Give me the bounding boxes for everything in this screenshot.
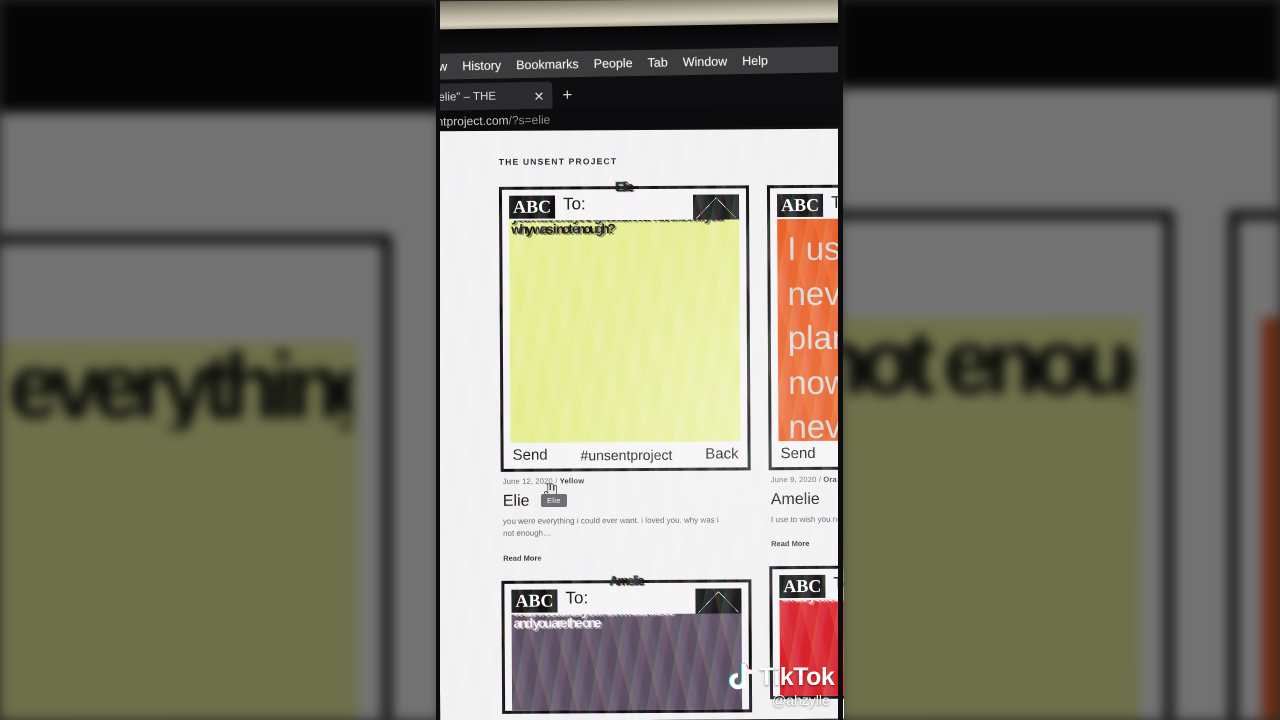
tiktok-handle: @ahzylle <box>772 692 830 708</box>
send-button[interactable]: Send <box>513 447 548 464</box>
card-header: ABC To: Elie <box>508 179 740 222</box>
abc-logo: ABC <box>776 193 824 218</box>
read-more-link[interactable]: Read More <box>503 552 751 562</box>
abc-logo: ABC <box>511 589 558 613</box>
card-header: ABC To: <box>776 193 844 218</box>
card-message-large: I us nev plar now nev <box>787 229 845 442</box>
plus-icon[interactable]: + <box>562 85 572 104</box>
card-color-swatch: I us nev plar now nev <box>777 217 845 442</box>
message-body: I use to wish you never… <box>770 514 844 525</box>
abc-logo: ABC <box>508 195 556 219</box>
menu-item-history[interactable]: History <box>462 59 501 74</box>
monitor-bezel-right <box>838 0 843 720</box>
message-body: you were everything i could ever want. i… <box>502 515 719 539</box>
card-message-scrawl-bottom: why was i not enough? <box>511 221 614 237</box>
card-actions: Send <box>778 440 844 467</box>
site-logo[interactable]: THE UNSENT PROJECT <box>499 156 617 167</box>
menu-item-bookmarks[interactable]: Bookmarks <box>516 57 579 72</box>
browser-tab-title: elie" – THE <box>438 90 497 104</box>
menu-item-help[interactable]: Help <box>742 54 768 68</box>
read-more-link[interactable]: Read More <box>771 538 844 548</box>
page-viewport: THE UNSENT PROJECT ABC To: Elie you were <box>436 128 845 720</box>
card-meta: June 12, 2020 / Yellow <box>502 476 585 486</box>
tiktok-watermark: TikTok <box>726 662 835 692</box>
card-recipient: Elie <box>615 179 633 195</box>
close-icon[interactable]: ✕ <box>533 88 544 103</box>
browser-tab[interactable]: elie" – THE ✕ <box>435 81 553 112</box>
card-message-scrawl-top: i miss you so much it hurts <box>781 599 844 604</box>
card-actions: Send #unsentproject Back <box>511 441 741 468</box>
bg-scrawl: you were everything i could ever want i … <box>0 347 352 430</box>
url-path: /?s=elie <box>508 112 551 128</box>
card-tone: Ora <box>823 474 837 484</box>
back-button[interactable]: Back <box>705 445 738 462</box>
url-host: ntproject.com <box>436 113 509 129</box>
card-tone: Yellow <box>559 476 585 486</box>
tiktok-note-icon <box>728 663 752 690</box>
grid-column-left: ABC To: Elie you were everything i could… <box>498 179 753 717</box>
cursor-tooltip: Elie <box>541 494 567 507</box>
menu-item-tab[interactable]: Tab <box>647 55 667 69</box>
card-color-swatch: i wish i could tell you how much i love … <box>511 613 743 711</box>
card-header: ABC To <box>779 574 844 599</box>
card-recipient: Amelie <box>609 572 644 588</box>
abc-logo: ABC <box>779 575 826 599</box>
unsent-card[interactable]: ABC To: Elie you were everything i could… <box>498 179 751 472</box>
unsent-card[interactable]: ABC To: Amelie i wish i could tell you h… <box>501 573 753 714</box>
unsent-card-grid: ABC To: Elie you were everything i could… <box>437 179 845 714</box>
send-button[interactable]: Send <box>781 445 816 462</box>
card-date: June 9, 2020 <box>770 474 817 485</box>
card-meta: June 9, 2020 / Ora <box>770 474 837 485</box>
screenshot-stage: you were everything i could ever want i … <box>0 0 1280 720</box>
card-message-scrawl-bottom: and you are the one <box>513 615 600 631</box>
monitor-screen: w History Bookmarks People Tab Window He… <box>435 0 845 720</box>
grid-column-right: ABC To: I usnevplarnownev Send June 9, 2… <box>766 183 845 704</box>
to-label: To: <box>563 194 586 214</box>
unsent-card[interactable]: ABC To: I usnevplarnownev Send <box>766 183 845 471</box>
to-label: To: <box>565 588 589 608</box>
menu-item-people[interactable]: People <box>594 56 633 71</box>
tiktok-brand-label: TikTok <box>759 662 835 691</box>
menu-item-window[interactable]: Window <box>683 54 728 69</box>
envelope-icon <box>692 194 740 222</box>
envelope-icon <box>695 588 742 616</box>
card-color-swatch: you were everything i could ever want i … <box>509 219 741 443</box>
hashtag-label: #unsentproject <box>580 446 673 463</box>
card-header: ABC To: Amelie <box>511 573 742 616</box>
monitor-bezel-left <box>436 0 440 720</box>
message-name: Amelie <box>770 490 820 509</box>
bg-scrawl: why was i not enough? <box>840 323 1134 406</box>
background-blur-right: why was i not enough? I usnevplarnownev <box>840 0 1280 720</box>
background-blur-left: you were everything i could ever want i … <box>0 0 440 720</box>
